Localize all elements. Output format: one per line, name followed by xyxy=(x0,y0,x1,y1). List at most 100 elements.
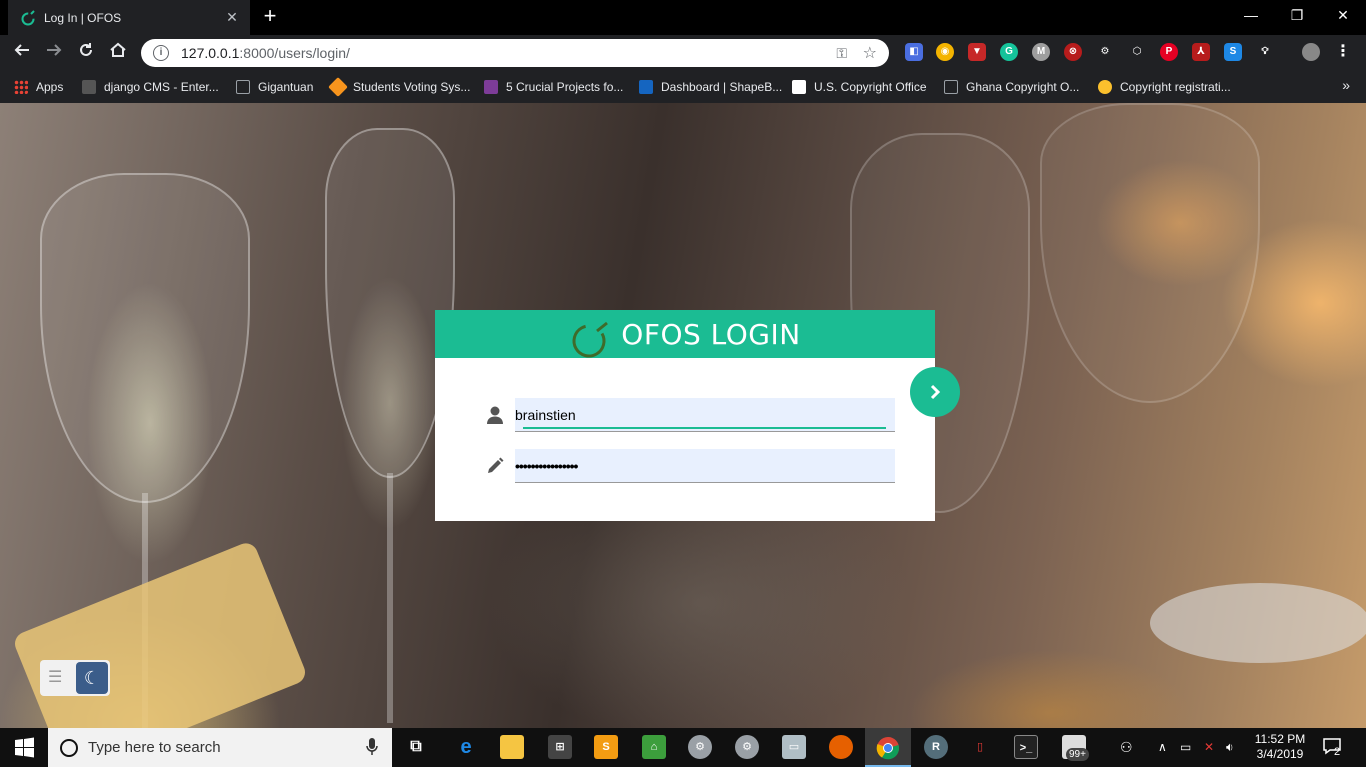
cube-icon[interactable]: ⬡ xyxy=(1128,43,1146,61)
microphone-icon[interactable] xyxy=(366,738,378,756)
firefox-icon[interactable] xyxy=(829,735,853,759)
bookmark-copyright-registration[interactable]: Copyright registrati... xyxy=(1098,77,1231,97)
bread-image xyxy=(11,539,309,728)
pinterest-icon[interactable]: P xyxy=(1160,43,1178,61)
profile-avatar[interactable] xyxy=(1302,43,1320,61)
url-path: :8000/users/login/ xyxy=(239,45,350,61)
command-prompt-icon[interactable]: >_ xyxy=(1014,735,1038,759)
task-view-icon[interactable]: ⧉ xyxy=(404,735,428,759)
minimize-button[interactable]: — xyxy=(1228,0,1274,30)
bookmark-star-icon[interactable]: ☆ xyxy=(863,43,877,63)
android-studio-icon[interactable]: ⌂ xyxy=(642,735,666,759)
ofos-logo-icon xyxy=(572,321,609,358)
start-button[interactable] xyxy=(0,728,48,767)
floating-widget: ☰ ☾ xyxy=(40,660,110,696)
action-center-button[interactable]: 2 xyxy=(1322,736,1346,758)
restore-button[interactable]: ❐ xyxy=(1274,0,1320,30)
bookmark-us-copyright[interactable]: U.S. Copyright Office xyxy=(792,77,927,97)
password-input[interactable] xyxy=(515,449,895,483)
network-icon[interactable]: ✕ xyxy=(1204,728,1214,767)
apps-grid-icon xyxy=(14,80,28,94)
extension-2-icon[interactable]: ◉ xyxy=(936,43,954,61)
device-manager-icon[interactable]: ▯ xyxy=(968,735,992,759)
back-arrow-icon xyxy=(14,44,29,56)
tab-strip: Log In | OFOS ✕ + — ❐ ✕ xyxy=(0,0,1366,35)
forward-button[interactable] xyxy=(42,41,66,65)
play-icon xyxy=(484,80,498,94)
login-card: OFOS LOGIN xyxy=(435,310,935,521)
store-icon[interactable]: ⊞ xyxy=(548,735,572,759)
tab-title: Log In | OFOS xyxy=(44,10,122,25)
remote-desktop-icon[interactable]: ▭ xyxy=(782,735,806,759)
app-gear-2-icon[interactable]: ⚙ xyxy=(735,735,759,759)
glass-stem-image xyxy=(387,473,393,723)
show-hidden-icons-chevron-up-icon[interactable]: ∧ xyxy=(1158,728,1167,767)
file-explorer-icon[interactable] xyxy=(500,735,524,759)
volume-icon[interactable]: 🔉︎ xyxy=(1226,728,1234,767)
windows-taskbar: Type here to search ⧉ e ⊞ S ⌂ ⚙ ⚙ ▭ R ▯ … xyxy=(0,728,1366,767)
home-icon xyxy=(110,42,126,57)
copyright-office-icon xyxy=(792,80,806,94)
login-title: OFOS LOGIN xyxy=(621,317,801,351)
input-focus-underline xyxy=(523,427,886,429)
django-cms-icon xyxy=(82,80,96,94)
page-background: OFOS LOGIN ☰ ☾ xyxy=(0,103,1366,728)
site-info-icon[interactable]: i xyxy=(153,45,169,61)
bookmark-gigantuan[interactable]: Gigantuan xyxy=(236,77,313,97)
pdf-icon[interactable]: ⅄ xyxy=(1192,43,1210,61)
browser-tab[interactable]: Log In | OFOS ✕ xyxy=(8,0,250,35)
app-gear-icon[interactable]: ⚙ xyxy=(688,735,712,759)
login-header: OFOS LOGIN xyxy=(435,310,935,358)
search-placeholder: Type here to search xyxy=(88,739,221,756)
bookmark-students-voting[interactable]: Students Voting Sys... xyxy=(328,77,470,97)
sublime-text-icon[interactable]: S xyxy=(594,735,618,759)
hamburger-menu-icon[interactable]: ☰ xyxy=(48,670,68,686)
grammarly-icon[interactable]: G xyxy=(1000,43,1018,61)
menu-kebab-icon[interactable]: ⋮ xyxy=(1334,43,1352,61)
diamond-icon xyxy=(328,77,348,97)
back-button[interactable] xyxy=(10,41,34,65)
page-icon xyxy=(944,80,958,94)
extension-1-icon[interactable]: ◧ xyxy=(905,43,923,61)
close-tab-icon[interactable]: ✕ xyxy=(224,9,240,25)
login-submit-button[interactable] xyxy=(910,367,960,417)
edge-icon[interactable]: e xyxy=(454,735,478,759)
bookmark-ghana-copyright[interactable]: Ghana Copyright O... xyxy=(944,77,1079,97)
reload-icon xyxy=(80,43,92,56)
extension-6-icon[interactable]: ⊗ xyxy=(1064,43,1082,61)
bookmark-django-cms[interactable]: django CMS - Enter... xyxy=(82,77,219,97)
lightbulb-icon[interactable]: 💡︎ xyxy=(1256,43,1274,61)
key-icon[interactable]: ⚿ xyxy=(836,45,847,62)
plate-image xyxy=(1150,583,1366,663)
night-mode-moon-icon[interactable]: ☾ xyxy=(76,662,108,694)
extension-5-icon[interactable]: M xyxy=(1032,43,1050,61)
clock-date: 3/4/2019 xyxy=(1256,747,1304,761)
browser-toolbar: i 127.0.0.1:8000/users/login/ ⚿ ☆ ◧ ◉ ▼ … xyxy=(0,35,1366,71)
settings-gear-icon[interactable]: ⚙ xyxy=(1096,43,1114,61)
new-tab-button[interactable]: + xyxy=(258,5,282,29)
system-clock[interactable]: 11:52 PM 3/4/2019 xyxy=(1250,732,1310,762)
windows-logo-icon xyxy=(15,737,34,758)
cortana-icon xyxy=(60,738,78,757)
close-window-button[interactable]: ✕ xyxy=(1320,0,1366,30)
bookmark-crucial-projects[interactable]: 5 Crucial Projects fo... xyxy=(484,77,623,97)
clock-time: 11:52 PM xyxy=(1254,732,1306,746)
taskbar-search[interactable]: Type here to search xyxy=(48,728,392,767)
bookmark-shapebootstrap[interactable]: Dashboard | ShapeB... xyxy=(639,77,782,97)
chrome-taskbar-button[interactable] xyxy=(865,728,911,767)
more-bookmarks-icon[interactable]: » xyxy=(1342,77,1350,93)
reload-button[interactable] xyxy=(74,41,98,65)
page-icon xyxy=(236,80,250,94)
people-icon[interactable]: ⚇ xyxy=(1120,728,1133,767)
chrome-icon xyxy=(876,737,900,760)
extension-3-icon[interactable]: ▼ xyxy=(968,43,986,61)
chevron-right-icon xyxy=(930,384,941,400)
pencil-icon xyxy=(488,457,504,473)
extension-s-icon[interactable]: S xyxy=(1224,43,1242,61)
bookmark-apps[interactable]: Apps xyxy=(14,77,63,97)
password-row xyxy=(485,449,895,483)
battery-icon[interactable]: ▭ xyxy=(1180,728,1191,767)
r-language-icon[interactable]: R xyxy=(924,735,948,759)
home-button[interactable] xyxy=(106,41,130,65)
address-bar[interactable]: i 127.0.0.1:8000/users/login/ ⚿ ☆ xyxy=(141,39,889,67)
